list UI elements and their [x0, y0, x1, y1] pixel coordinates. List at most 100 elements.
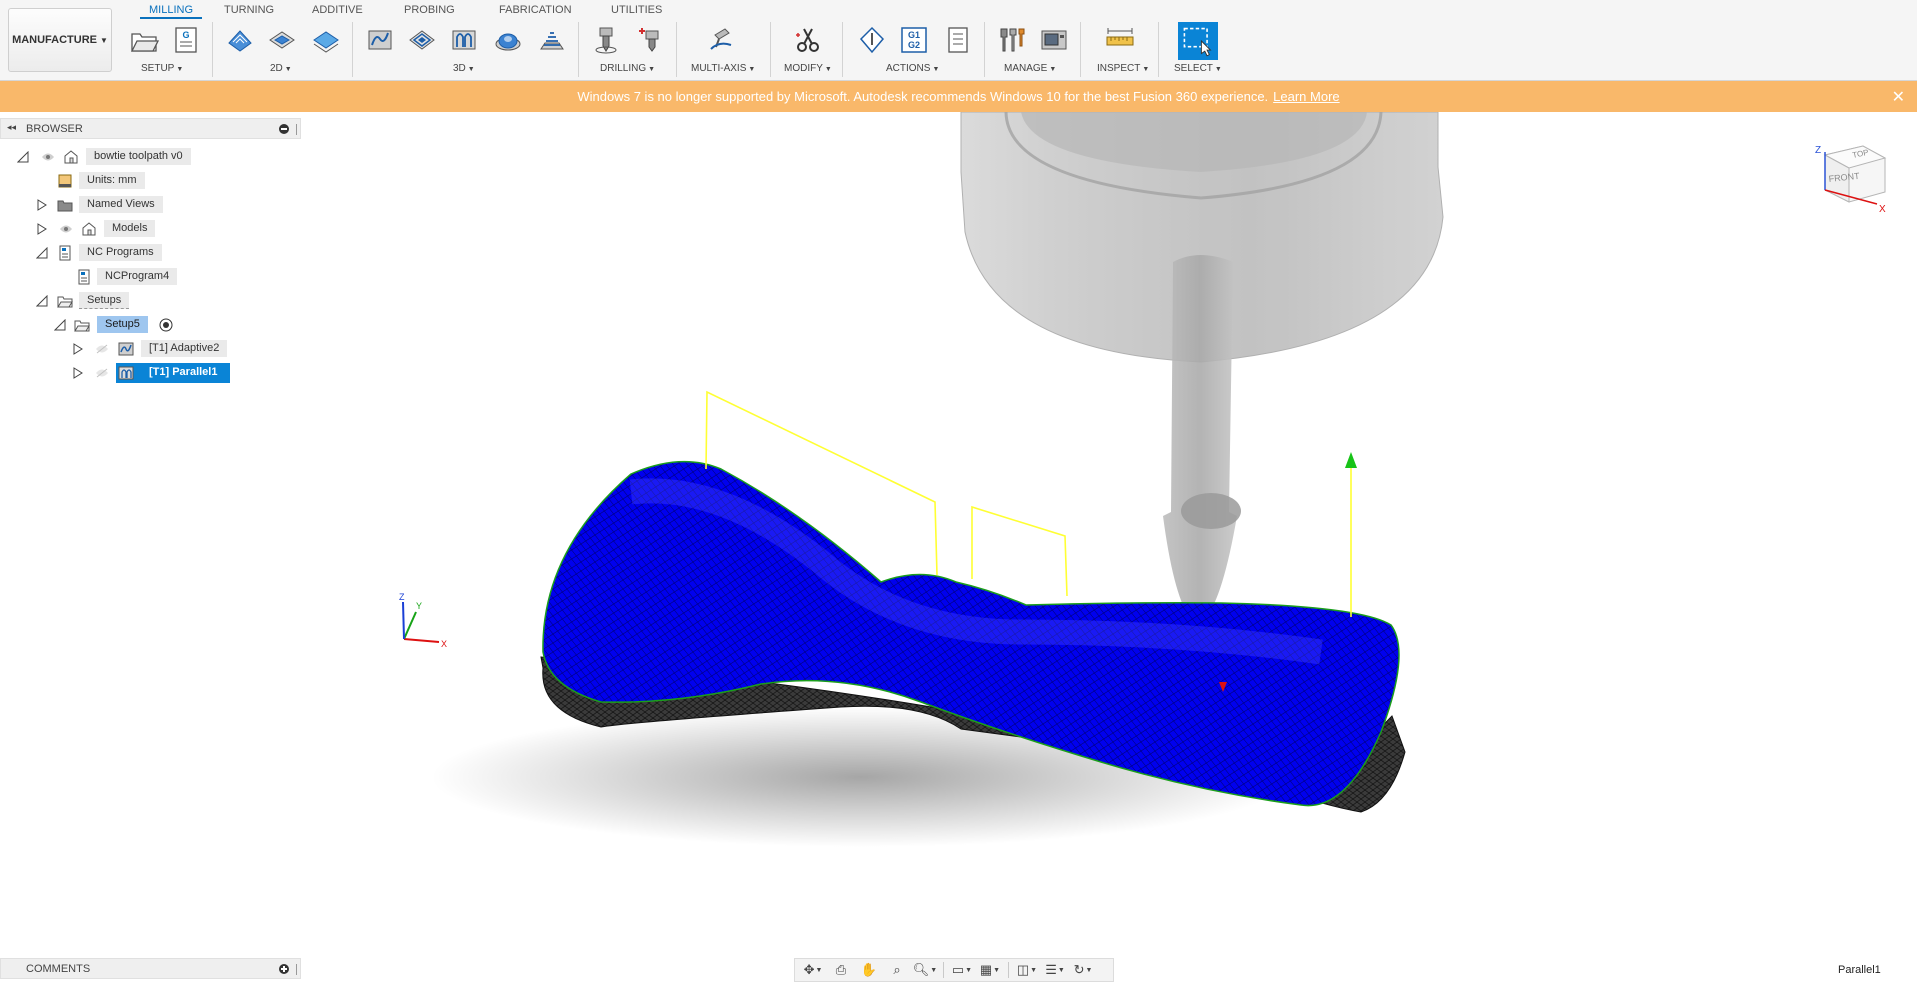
look-at-button[interactable]: ⎙ — [827, 960, 855, 980]
multi-axis-menu[interactable]: MULTI-AXIS ▼ — [691, 63, 755, 74]
collapsed-triangle-icon[interactable] — [72, 343, 84, 355]
select-menu[interactable]: SELECT ▼ — [1174, 63, 1222, 74]
2d-adaptive-button[interactable] — [224, 24, 256, 56]
add-comment-icon[interactable] — [279, 964, 289, 974]
display-settings-button[interactable]: ▭ ▼ — [948, 960, 976, 980]
collapsed-triangle-icon[interactable] — [36, 223, 48, 235]
trim-button[interactable] — [792, 24, 824, 56]
learn-more-link[interactable]: Learn More — [1273, 89, 1339, 104]
zoom-button[interactable]: ⌕ — [883, 960, 911, 980]
collapse-panel-icon[interactable]: ◂◂ — [7, 122, 16, 133]
grid-button[interactable]: ▦ ▼ — [976, 960, 1004, 980]
2d-menu[interactable]: 2D ▼ — [270, 63, 292, 74]
tree-item-setup5[interactable]: Setup5 — [97, 316, 148, 333]
orbit-button[interactable]: ✥ ▼ — [799, 960, 827, 980]
scallop-icon — [495, 33, 521, 51]
tree-item-root[interactable]: bowtie toolpath v0 — [86, 148, 191, 165]
setup-menu[interactable]: SETUP ▼ — [141, 63, 183, 74]
tree-item-named-views[interactable]: Named Views — [79, 196, 163, 213]
expanded-triangle-icon[interactable] — [36, 247, 48, 259]
fit-button[interactable]: 🔍︎ ▼ — [911, 960, 939, 980]
chevron-down-icon: ▼ — [815, 966, 823, 974]
drill-icon — [595, 27, 617, 54]
tree-item-models[interactable]: Models — [104, 220, 156, 237]
collapse-all-icon[interactable] — [279, 124, 289, 134]
multi-axis-button[interactable] — [706, 24, 738, 56]
drilling-menu[interactable]: DRILLING ▼ — [600, 63, 655, 74]
parallel-button[interactable] — [448, 24, 480, 56]
3d-menu[interactable]: 3D ▼ — [453, 63, 475, 74]
tab-utilities[interactable]: UTILITIES — [611, 3, 662, 19]
2d-pocket-button[interactable] — [266, 24, 298, 56]
canvas-viewport[interactable]: X Y Z — [301, 112, 1917, 952]
collapsed-triangle-icon[interactable] — [36, 199, 48, 211]
nc-program-icon: G — [175, 27, 197, 53]
nc-program-button[interactable]: G — [170, 24, 202, 56]
simulate-button[interactable] — [856, 24, 888, 56]
select-button[interactable] — [1178, 22, 1218, 60]
viewports-button[interactable]: ◫ ▼ — [1013, 960, 1041, 980]
windows-support-banner: Windows 7 is no longer supported by Micr… — [0, 81, 1917, 112]
chevron-down-icon: ▼ — [965, 966, 973, 974]
expanded-triangle-icon[interactable] — [17, 151, 29, 163]
workspace-switcher[interactable]: MANUFACTURE ▼ — [8, 8, 112, 72]
measure-button[interactable] — [1104, 24, 1136, 56]
3d-pocket-button[interactable] — [406, 24, 438, 56]
tab-probing[interactable]: PROBING — [404, 3, 455, 19]
inspect-menu[interactable]: INSPECT ▼ — [1097, 63, 1149, 74]
eye-icon[interactable] — [59, 224, 73, 234]
actions-menu-label: ACTIONS — [886, 63, 931, 74]
parallel-icon — [452, 30, 476, 50]
tab-turning[interactable]: TURNING — [224, 3, 274, 19]
tree-item-nc-programs[interactable]: NC Programs — [79, 244, 162, 261]
activate-radio-icon[interactable] — [158, 317, 174, 333]
divider — [770, 22, 771, 77]
tree-item-parallel1[interactable]: [T1] Parallel1 — [141, 364, 225, 381]
chevron-down-icon: ▼ — [1214, 66, 1222, 73]
panel-grip[interactable] — [296, 124, 297, 135]
contour-button[interactable] — [536, 24, 568, 56]
tree-item-adaptive2[interactable]: [T1] Adaptive2 — [141, 340, 228, 357]
pan-button[interactable]: ✋ — [855, 960, 883, 980]
chevron-down-icon: ▼ — [993, 966, 1001, 974]
tree-item-ncprogram4[interactable]: NCProgram4 — [97, 268, 178, 285]
view-cube[interactable]: TOP FRONT Z X — [1805, 140, 1895, 230]
divider — [943, 962, 944, 978]
tree-item-setups[interactable]: Setups — [79, 292, 130, 309]
tab-fabrication[interactable]: FABRICATION — [499, 3, 572, 19]
panel-grip[interactable] — [296, 964, 297, 975]
manage-menu[interactable]: MANAGE ▼ — [1004, 63, 1056, 74]
chevron-down-icon: ▼ — [467, 66, 475, 73]
close-icon[interactable]: ✕ — [1892, 87, 1905, 107]
chevron-down-icon: ▼ — [1030, 966, 1038, 974]
eye-icon[interactable] — [41, 152, 55, 162]
eye-hidden-icon[interactable] — [95, 344, 109, 354]
tree-item-units[interactable]: Units: mm — [79, 172, 145, 189]
tab-milling[interactable]: MILLING — [140, 3, 203, 19]
folder-icon — [57, 200, 73, 212]
stock-button[interactable]: ☰ ▼ — [1041, 960, 1069, 980]
expanded-triangle-icon[interactable] — [36, 295, 48, 307]
hole-recognition-button[interactable] — [634, 24, 666, 56]
collapsed-triangle-icon[interactable] — [72, 367, 84, 379]
post-process-button[interactable]: G1 G2 — [898, 24, 930, 56]
face-button[interactable] — [310, 24, 342, 56]
actions-menu[interactable]: ACTIONS ▼ — [886, 63, 939, 74]
eye-hidden-icon[interactable] — [95, 368, 109, 378]
scallop-button[interactable] — [492, 24, 524, 56]
divider — [984, 22, 985, 77]
tab-additive[interactable]: ADDITIVE — [312, 3, 363, 19]
tool-library-button[interactable] — [996, 24, 1028, 56]
post-process-icon: G1 G2 — [901, 27, 927, 53]
3d-adaptive-button[interactable] — [364, 24, 396, 56]
setup-icon — [74, 320, 90, 332]
2d-menu-label: 2D — [270, 63, 283, 74]
setup-sheet-button[interactable] — [942, 24, 974, 56]
modify-menu[interactable]: MODIFY ▼ — [784, 63, 832, 74]
expanded-triangle-icon[interactable] — [54, 319, 66, 331]
refresh-button[interactable]: ↻ ▼ — [1069, 960, 1097, 980]
new-setup-button[interactable] — [128, 24, 160, 56]
drill-button[interactable] — [590, 24, 622, 56]
machine-library-button[interactable] — [1038, 24, 1070, 56]
navigation-bar: ✥ ▼ ⎙ ✋ ⌕ 🔍︎ ▼ ▭ ▼ ▦ ▼ ◫ ▼ ☰ ▼ ↻ ▼ — [794, 958, 1114, 982]
